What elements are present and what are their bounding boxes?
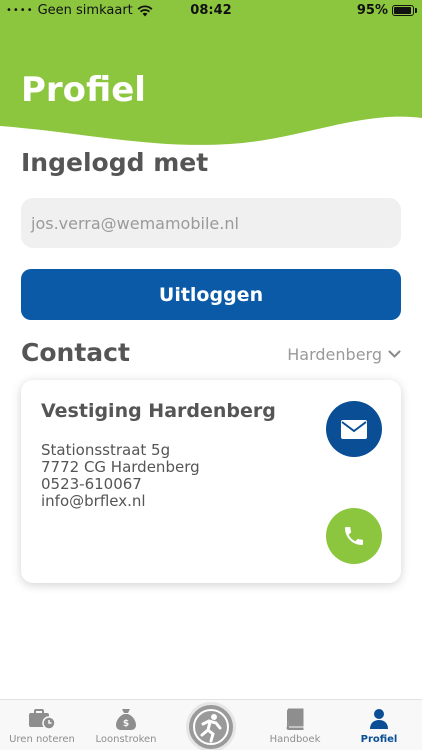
person-icon: [370, 709, 388, 729]
envelope-icon: [341, 419, 367, 439]
email-field[interactable]: jos.verra@wemamobile.nl: [21, 198, 401, 248]
page-title: Profiel: [21, 70, 146, 110]
money-bag-icon: $: [116, 709, 136, 730]
email-button[interactable]: [326, 401, 382, 457]
contact-card: Vestiging Hardenberg Stationsstraat 5g 7…: [21, 380, 401, 583]
tab-label: Handboek: [269, 734, 321, 745]
chevron-down-icon: [388, 350, 401, 358]
tab-label: Loonstroken: [95, 734, 157, 745]
location-dropdown[interactable]: Hardenberg: [287, 345, 401, 364]
branch-phone: 0523-610067: [41, 475, 142, 493]
phone-icon: [345, 527, 363, 545]
status-right: 95%: [356, 3, 417, 18]
branch-details: Stationsstraat 5g 7772 CG Hardenberg 052…: [41, 442, 200, 510]
tab-uren-noteren[interactable]: Uren noteren: [0, 700, 84, 750]
logout-button[interactable]: Uitloggen: [21, 269, 401, 320]
tab-label: Uren noteren: [9, 734, 75, 745]
brand-logo-button[interactable]: [186, 702, 236, 750]
branch-address: Stationsstraat 5g: [41, 441, 171, 459]
briefcase-clock-icon: [29, 709, 56, 730]
battery-icon: [392, 5, 417, 16]
running-figure-icon: [193, 709, 229, 745]
branch-postal-city: 7772 CG Hardenberg: [41, 458, 200, 476]
header: Profiel: [0, 22, 422, 152]
svg-text:$: $: [123, 719, 129, 729]
branch-email: info@brflex.nl: [41, 492, 146, 510]
book-icon: [286, 708, 304, 730]
status-bar: •••• Geen simkaart 08:42 95%: [0, 0, 422, 22]
call-button[interactable]: [326, 508, 382, 564]
location-value: Hardenberg: [287, 345, 382, 364]
contact-title: Contact: [21, 338, 130, 367]
branch-name: Vestiging Hardenberg: [41, 400, 276, 422]
battery-percent: 95%: [356, 3, 388, 18]
tab-loonstroken[interactable]: $ Loonstroken: [84, 700, 168, 750]
tab-profiel[interactable]: Profiel: [337, 700, 421, 750]
tab-handboek[interactable]: Handboek: [253, 700, 337, 750]
logged-in-title: Ingelogd met: [21, 148, 209, 177]
tab-label: Profiel: [360, 734, 398, 745]
